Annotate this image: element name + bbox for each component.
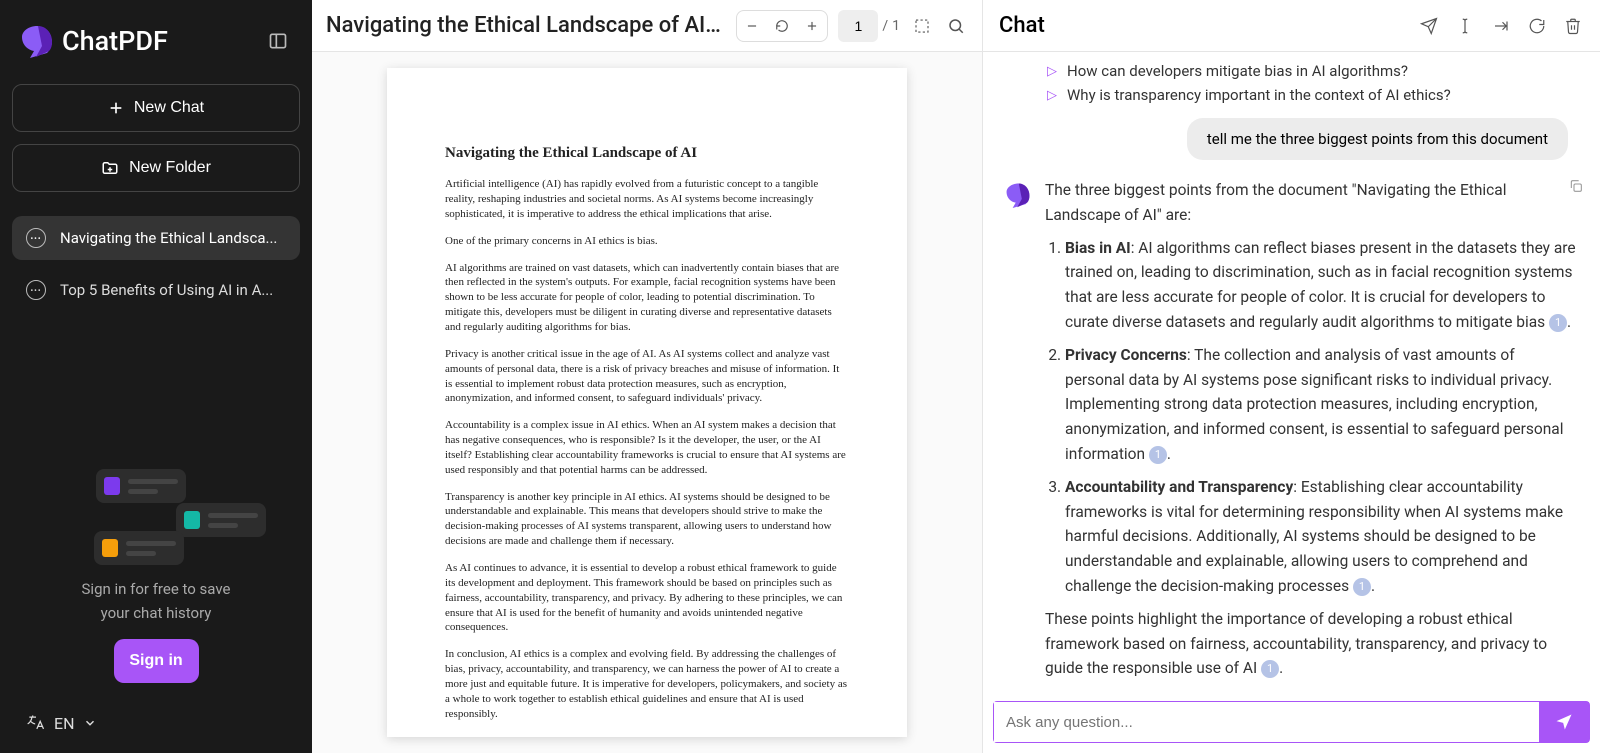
chat-header: Chat — [983, 0, 1600, 52]
pdf-viewport[interactable]: Navigating the Ethical Landscape of AI A… — [312, 52, 982, 753]
zoom-out-button[interactable] — [737, 11, 767, 41]
suggestion-label: How can developers mitigate bias in AI a… — [1067, 62, 1408, 80]
copy-icon[interactable] — [1568, 178, 1584, 194]
plus-icon — [108, 100, 124, 116]
doc-paragraph: In conclusion, AI ethics is a complex an… — [445, 647, 849, 721]
chat-item-label: Navigating the Ethical Landsca... — [60, 229, 277, 247]
logo-text: ChatPDF — [62, 25, 168, 57]
citation-badge[interactable]: 1 — [1149, 446, 1167, 464]
chat-item[interactable]: ••• Top 5 Benefits of Using AI in A... — [12, 268, 300, 312]
ai-point: Accountability and Transparency: Establi… — [1065, 475, 1578, 599]
ai-point: Bias in AI: AI algorithms can reflect bi… — [1065, 236, 1578, 335]
suggestion-icon: ▷ — [1047, 88, 1057, 103]
promo-line: Sign in for free to save — [82, 577, 231, 601]
zoom-group — [736, 10, 828, 42]
selection-tool-button[interactable] — [910, 14, 934, 38]
new-folder-label: New Folder — [129, 159, 211, 177]
chat-icon: ••• — [26, 228, 46, 248]
ai-avatar-icon — [1005, 182, 1031, 208]
doc-paragraph: As AI continues to advance, it is essent… — [445, 561, 849, 635]
search-button[interactable] — [944, 14, 968, 38]
doc-paragraph: Transparency is another key principle in… — [445, 490, 849, 549]
promo-illustration — [56, 467, 256, 567]
send-button[interactable] — [1539, 702, 1589, 742]
chat-item[interactable]: ••• Navigating the Ethical Landsca... — [12, 216, 300, 260]
refresh-icon[interactable] — [1526, 15, 1548, 37]
page-sep: / — [882, 18, 888, 34]
doc-heading: Navigating the Ethical Landscape of AI — [445, 143, 849, 163]
chat-list: ••• Navigating the Ethical Landsca... ••… — [0, 216, 312, 312]
suggestion[interactable]: ▷ How can developers mitigate bias in AI… — [1047, 62, 1578, 80]
signin-button[interactable]: Sign in — [114, 639, 199, 683]
suggestion-icon: ▷ — [1047, 64, 1057, 79]
chat-icon: ••• — [26, 280, 46, 300]
rotate-button[interactable] — [767, 11, 797, 41]
citation-badge[interactable]: 1 — [1353, 578, 1371, 596]
pdf-toolbar: Navigating the Ethical Landscape of AI..… — [312, 0, 982, 52]
ai-points-list: Bias in AI: AI algorithms can reflect bi… — [1045, 236, 1578, 599]
send-icon[interactable] — [1418, 15, 1440, 37]
doc-paragraph: Privacy is another critical issue in the… — [445, 347, 849, 406]
collapse-sidebar-button[interactable] — [264, 27, 292, 55]
promo-block: Sign in for free to save your chat histo… — [0, 457, 312, 693]
chat-input[interactable] — [994, 702, 1539, 742]
chat-messages[interactable]: ▷ How can developers mitigate bias in AI… — [983, 52, 1600, 701]
ai-outro: These points highlight the importance of… — [1045, 607, 1578, 681]
sidebar: ChatPDF New Chat New Folder ••• Navigati… — [0, 0, 312, 753]
doc-paragraph: Artificial intelligence (AI) has rapidly… — [445, 177, 849, 222]
doc-paragraph: Accountability is a complex issue in AI … — [445, 418, 849, 477]
suggestion-label: Why is transparency important in the con… — [1067, 86, 1451, 104]
page-input[interactable] — [838, 10, 878, 42]
chat-header-title: Chat — [999, 13, 1404, 38]
pdf-title: Navigating the Ethical Landscape of AI..… — [326, 13, 726, 38]
user-message: tell me the three biggest points from th… — [1187, 118, 1568, 160]
page-total: 1 — [892, 18, 900, 34]
chat-input-row — [983, 701, 1600, 753]
logo[interactable]: ChatPDF — [20, 24, 168, 58]
chevron-down-icon — [83, 716, 97, 730]
logo-icon — [20, 24, 54, 58]
zoom-in-button[interactable] — [797, 11, 827, 41]
lang-label: EN — [54, 714, 75, 733]
language-selector[interactable]: EN — [0, 693, 312, 753]
doc-paragraph: AI algorithms are trained on vast datase… — [445, 261, 849, 335]
page-indicator: / 1 — [838, 10, 900, 42]
export-icon[interactable] — [1490, 15, 1512, 37]
new-folder-button[interactable]: New Folder — [12, 144, 300, 192]
pdf-panel: Navigating the Ethical Landscape of AI..… — [312, 0, 983, 753]
new-chat-label: New Chat — [134, 99, 204, 117]
doc-paragraph: One of the primary concerns in AI ethics… — [445, 234, 849, 249]
ai-intro: The three biggest points from the docume… — [1045, 178, 1578, 228]
new-chat-button[interactable]: New Chat — [12, 84, 300, 132]
chat-item-label: Top 5 Benefits of Using AI in A... — [60, 281, 273, 299]
folder-plus-icon — [101, 159, 119, 177]
promo-line: your chat history — [82, 601, 231, 625]
text-cursor-icon[interactable] — [1454, 15, 1476, 37]
translate-icon — [26, 713, 46, 733]
chat-panel: Chat ▷ How can developers mitigate bias … — [983, 0, 1600, 753]
pdf-page: Navigating the Ethical Landscape of AI A… — [387, 68, 907, 737]
citation-badge[interactable]: 1 — [1261, 660, 1279, 678]
suggestion[interactable]: ▷ Why is transparency important in the c… — [1047, 86, 1578, 104]
ai-message: The three biggest points from the docume… — [1005, 178, 1578, 689]
citation-badge[interactable]: 1 — [1549, 314, 1567, 332]
trash-icon[interactable] — [1562, 15, 1584, 37]
ai-point: Privacy Concerns: The collection and ana… — [1065, 343, 1578, 467]
